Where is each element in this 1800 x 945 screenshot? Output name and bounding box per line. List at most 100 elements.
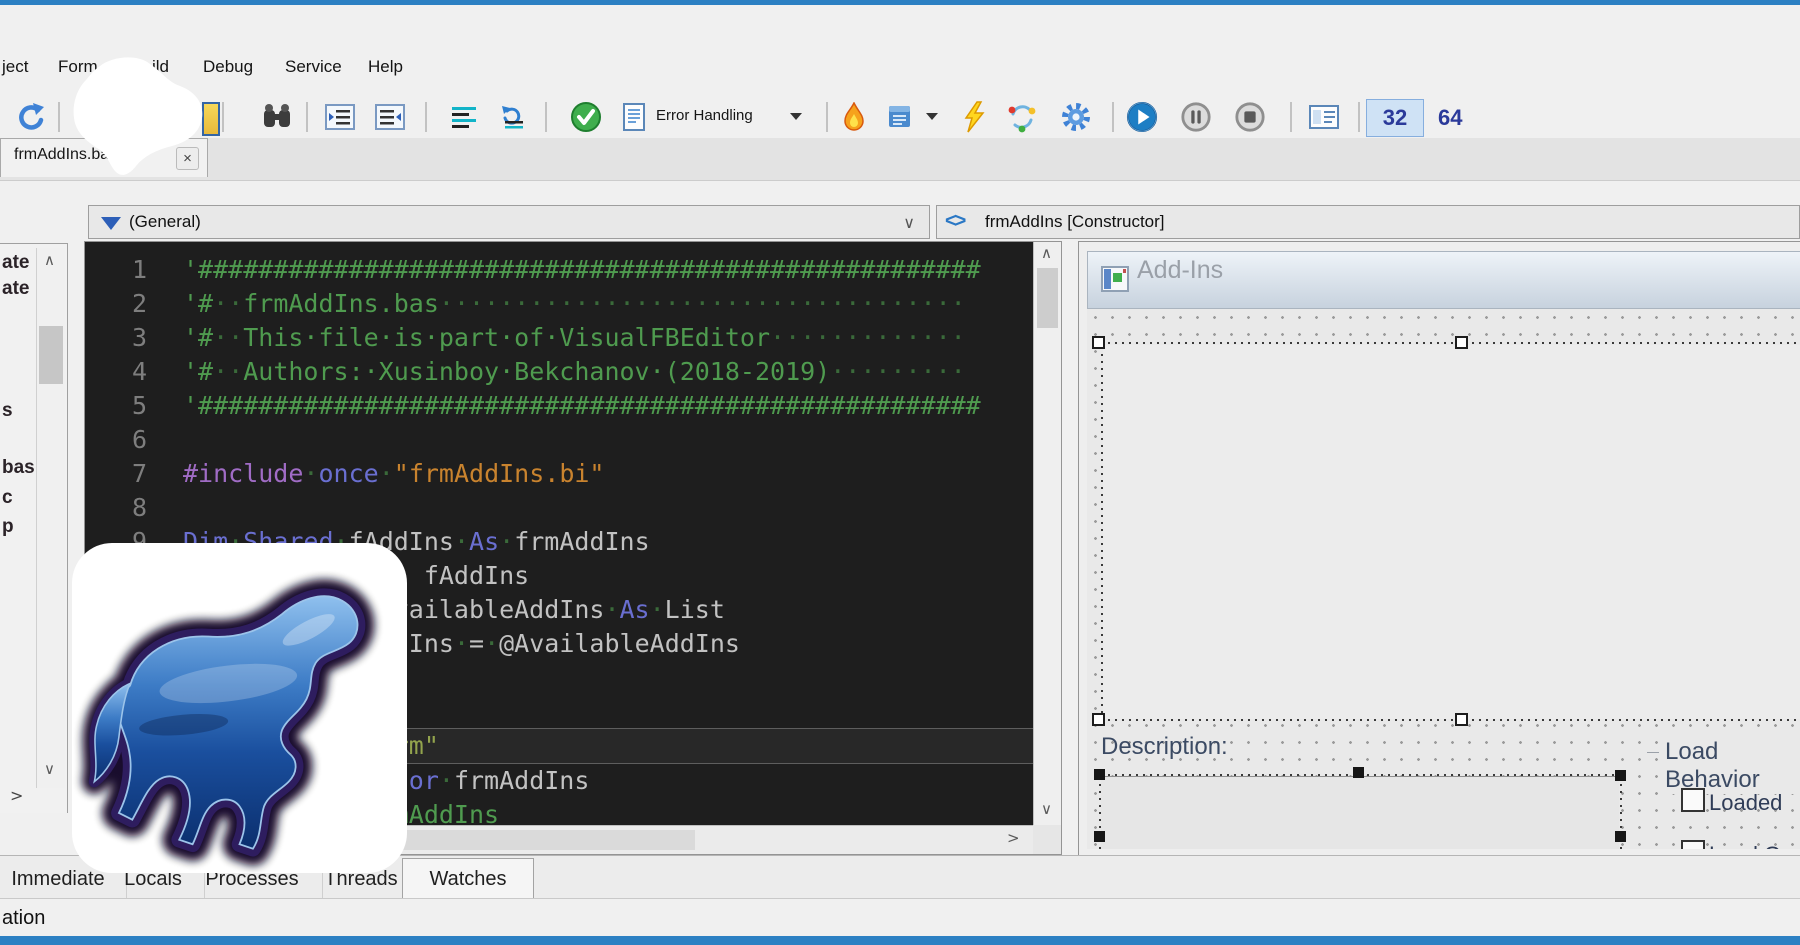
menu-debug[interactable]: Debug	[203, 57, 253, 77]
project-sidebar: ate ate s bas c p ∧ ∨ >	[0, 243, 68, 813]
chevron-down-icon[interactable]: ∨	[903, 213, 915, 232]
toolbar-separator	[1112, 102, 1114, 132]
undo-icon[interactable]	[14, 100, 46, 134]
scrollbar-thumb[interactable]	[39, 326, 63, 384]
scroll-down-icon[interactable]: ∨	[44, 760, 55, 778]
member-combobox[interactable]: <> frmAddIns [Constructor]	[936, 205, 1800, 239]
selection-handle[interactable]	[1455, 713, 1468, 726]
scrollbar-thumb[interactable]	[1037, 268, 1058, 328]
document-tabstrip: frmAddIns.bas ×	[0, 138, 1800, 181]
line-number: 4	[85, 355, 147, 389]
compile-32bit-button[interactable]: 32	[1366, 99, 1424, 137]
scroll-right-icon[interactable]: >	[1007, 829, 1020, 847]
lightning-icon[interactable]	[958, 100, 990, 134]
selection-handle[interactable]	[1615, 831, 1626, 842]
toolbar-separator	[1290, 102, 1292, 132]
scope-combobox-value: (General)	[129, 212, 201, 232]
loaded-checkbox-label[interactable]: Loaded	[1709, 790, 1782, 816]
code-line-text: #include·once·"frmAddIns.bi"	[147, 457, 604, 491]
loaded-checkbox[interactable]	[1681, 788, 1705, 812]
code-line: 2'#··frmAddIns.bas······················…	[85, 287, 1033, 321]
code-line: 8	[85, 491, 1033, 525]
toolbar-separator	[425, 102, 427, 132]
statusbar: ation	[0, 898, 1800, 936]
code-brackets-icon: <>	[945, 210, 964, 233]
toolbar-separator	[306, 102, 308, 132]
pause-icon[interactable]	[1180, 100, 1212, 134]
code-line-text	[147, 423, 183, 457]
scroll-down-icon[interactable]: ∨	[1041, 800, 1052, 818]
script-caret-icon[interactable]	[926, 113, 938, 120]
sidebar-item[interactable]: c	[2, 487, 13, 509]
selection-handle[interactable]	[1615, 770, 1626, 781]
form-designer-panel[interactable]: Add-Ins Description: Load Behavior Loade…	[1078, 241, 1800, 855]
outdent-icon[interactable]	[324, 100, 356, 134]
line-number: 3	[85, 321, 147, 355]
menu-project[interactable]: ject	[2, 57, 28, 77]
code-line: 5'######################################…	[85, 389, 1033, 423]
error-handling-doc-icon[interactable]	[618, 100, 650, 134]
play-icon[interactable]	[1126, 100, 1158, 134]
selection-handle[interactable]	[1094, 769, 1105, 780]
form-view-icon[interactable]	[1308, 100, 1340, 134]
load-on-startup-checkbox[interactable]	[1681, 840, 1705, 849]
sidebar-item[interactable]: bas	[2, 457, 35, 479]
code-line: 1'######################################…	[85, 253, 1033, 287]
scroll-up-icon[interactable]: ∧	[1041, 244, 1052, 262]
selection-handle[interactable]	[1094, 831, 1105, 842]
format-undo-icon[interactable]	[496, 100, 528, 134]
selection-border	[1101, 342, 1800, 344]
flame-icon[interactable]	[838, 100, 870, 134]
selection-handle[interactable]	[1092, 336, 1105, 349]
designed-form-title: Add-Ins	[1137, 256, 1223, 285]
tab-watches[interactable]: Watches	[402, 858, 534, 900]
indent-icon[interactable]	[374, 100, 406, 134]
gear-icon[interactable]	[1060, 100, 1092, 134]
window-top-border	[0, 0, 1800, 5]
line-number: 1	[85, 253, 147, 287]
scroll-right-icon[interactable]: >	[10, 786, 23, 805]
line-number: 6	[85, 423, 147, 457]
scroll-up-icon[interactable]: ∧	[44, 251, 55, 269]
selection-handle[interactable]	[1092, 713, 1105, 726]
description-label[interactable]: Description:	[1101, 733, 1228, 761]
scrollbar-corner	[1033, 825, 1061, 854]
sidebar-item[interactable]: ate	[2, 252, 29, 274]
sidebar-item[interactable]: s	[2, 400, 13, 422]
form-window-icon	[1100, 264, 1130, 299]
compile-64bit-button[interactable]: 64	[1438, 105, 1462, 131]
error-handling-label[interactable]: Error Handling	[656, 107, 753, 124]
selection-handle[interactable]	[1353, 767, 1364, 778]
scope-combobox[interactable]: (General) ∨	[88, 205, 930, 239]
sidebar-item[interactable]: p	[2, 516, 14, 538]
code-line-text: '#··Authors:·Xusinboy·Bekchanov·(2018-20…	[147, 355, 966, 389]
toolbar-separator	[826, 102, 828, 132]
toolbar-separator	[545, 102, 547, 132]
selection-handle[interactable]	[1455, 336, 1468, 349]
toolbar-separator	[222, 102, 224, 132]
load-behavior-group-label[interactable]: Load Behavior	[1659, 738, 1800, 794]
search-binoculars-icon[interactable]	[261, 100, 293, 134]
collapse-triangle-icon	[101, 217, 121, 230]
menu-service[interactable]: Service	[285, 57, 342, 77]
form-design-surface[interactable]: Description: Load Behavior Loaded Load O…	[1087, 309, 1800, 849]
menu-help[interactable]: Help	[368, 57, 403, 77]
line-number: 2	[85, 287, 147, 321]
sidebar-vertical-scrollbar[interactable]: ∧ ∨	[36, 248, 65, 788]
horse-logo-image	[72, 543, 407, 873]
stop-icon[interactable]	[1234, 100, 1266, 134]
visualfbeditor-window: ject Form ild Debug Service Help Error H…	[0, 0, 1800, 945]
load-on-startup-checkbox-label[interactable]: Load On Startup	[1709, 842, 1800, 849]
error-handling-caret-icon[interactable]	[790, 113, 802, 120]
script-icon[interactable]	[884, 100, 916, 134]
sidebar-item[interactable]: ate	[2, 278, 29, 300]
syntax-check-icon[interactable]	[570, 100, 602, 134]
format-indent-icon[interactable]	[448, 100, 480, 134]
code-line-text: '#··This·file·is·part·of·VisualFBEditor·…	[147, 321, 966, 355]
refresh-icon[interactable]	[1006, 100, 1038, 134]
addins-listview-control[interactable]	[1103, 345, 1800, 719]
editor-vertical-scrollbar[interactable]: ∧ ∨	[1033, 242, 1061, 825]
code-line: 4'#··Authors:·Xusinboy·Bekchanov·(2018-2…	[85, 355, 1033, 389]
description-textbox-control[interactable]	[1101, 776, 1619, 849]
white-blob-overlay	[68, 52, 210, 184]
